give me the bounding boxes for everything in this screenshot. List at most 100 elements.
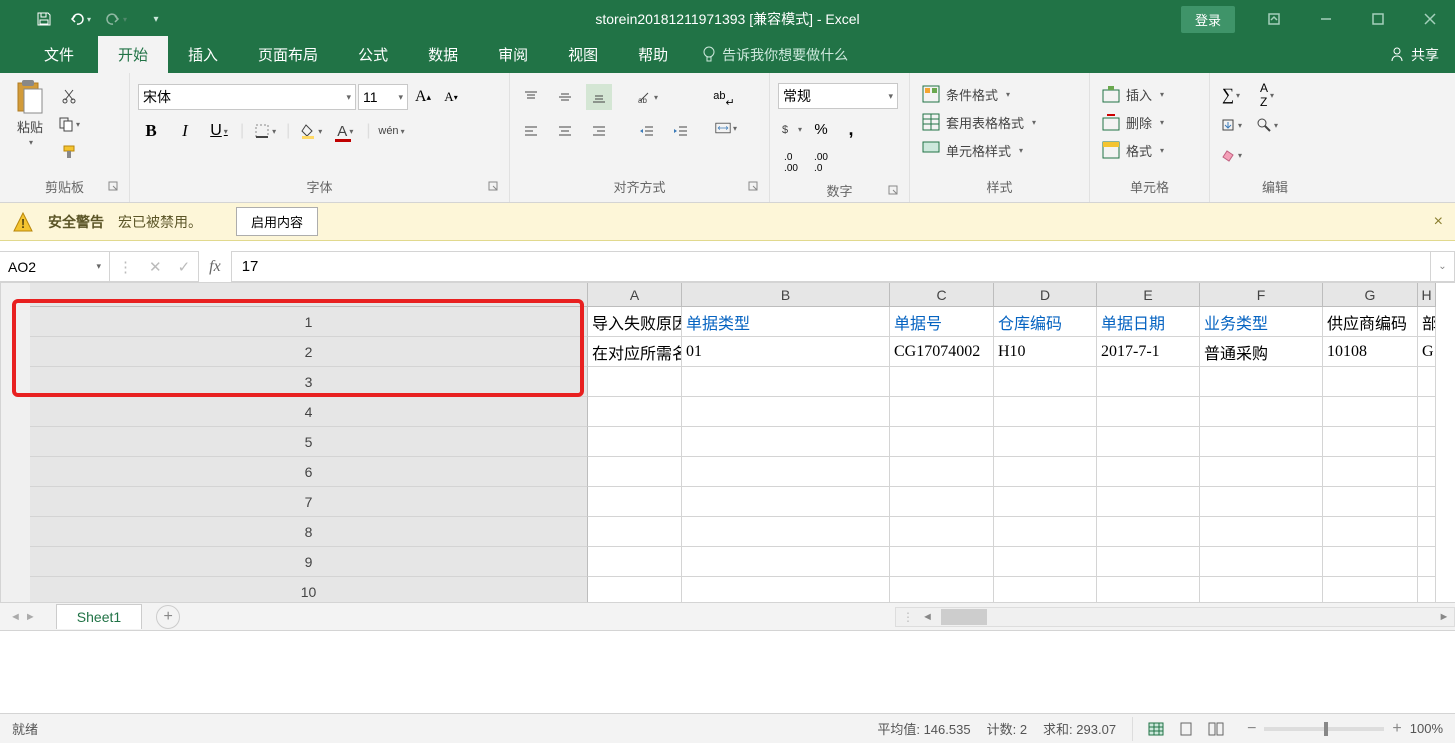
cell[interactable]: 10108 — [1323, 337, 1418, 367]
tab-layout[interactable]: 页面布局 — [238, 36, 338, 73]
cell[interactable] — [588, 427, 682, 457]
cell[interactable] — [682, 397, 890, 427]
merge-center-icon[interactable]: ▾ — [706, 115, 746, 141]
align-dialog-icon[interactable] — [747, 179, 759, 191]
insert-cells-button[interactable]: 插入▾ — [1098, 81, 1168, 107]
align-bottom-icon[interactable] — [586, 84, 612, 110]
row-header[interactable]: 3 — [30, 367, 588, 397]
qat-customize-icon[interactable]: ▾ — [142, 5, 170, 33]
cell[interactable]: 业务类型 — [1200, 307, 1323, 337]
cell[interactable]: 单据类型 — [682, 307, 890, 337]
col-header[interactable]: C — [890, 283, 994, 307]
formula-input[interactable]: 17 — [232, 251, 1431, 282]
tab-review[interactable]: 审阅 — [478, 36, 548, 73]
col-header[interactable]: E — [1097, 283, 1200, 307]
align-top-icon[interactable] — [518, 84, 544, 110]
increase-decimal-icon[interactable]: .0.00 — [778, 150, 804, 176]
add-sheet-button[interactable]: + — [156, 605, 180, 629]
conditional-formatting-button[interactable]: 条件格式▾ — [918, 81, 1014, 107]
cell[interactable] — [1097, 547, 1200, 577]
cell[interactable] — [1418, 487, 1436, 517]
cell[interactable] — [588, 547, 682, 577]
percent-icon[interactable]: % — [808, 116, 834, 142]
borders-icon[interactable]: ▾ — [252, 118, 278, 144]
redo-icon[interactable]: ▾ — [102, 5, 130, 33]
cell[interactable] — [890, 457, 994, 487]
row-header[interactable]: 7 — [30, 487, 588, 517]
scroll-right-icon[interactable]: ► — [1434, 611, 1454, 623]
cell[interactable] — [1097, 517, 1200, 547]
enable-content-button[interactable]: 启用内容 — [236, 207, 318, 236]
row-header[interactable]: 8 — [30, 517, 588, 547]
col-header[interactable]: F — [1200, 283, 1323, 307]
row-header[interactable]: 1 — [30, 307, 588, 337]
spreadsheet-grid[interactable]: A B C D E F G H 1 导入失败原因 单据类型 单据号 仓库编码 单… — [0, 283, 1455, 603]
cell[interactable] — [1418, 547, 1436, 577]
tab-data[interactable]: 数据 — [408, 36, 478, 73]
col-header[interactable]: G — [1323, 283, 1418, 307]
cell[interactable] — [890, 397, 994, 427]
cell[interactable]: 单据号 — [890, 307, 994, 337]
col-header[interactable]: D — [994, 283, 1097, 307]
scroll-thumb[interactable] — [941, 609, 987, 625]
cell-styles-button[interactable]: 单元格样式▾ — [918, 137, 1027, 163]
sheet-nav-first-icon[interactable]: ◄ — [10, 611, 21, 623]
cell[interactable]: 单据日期 — [1097, 307, 1200, 337]
row-header[interactable]: 2 — [30, 337, 588, 367]
cell[interactable]: 在对应所需名称或序数的集合中，未找到项目。 — [588, 337, 682, 367]
font-color-icon[interactable]: A▾ — [332, 118, 358, 144]
vertical-scrollbar[interactable] — [0, 283, 30, 603]
cell[interactable] — [682, 487, 890, 517]
paste-button[interactable]: 粘贴 ▾ — [8, 77, 52, 149]
cell[interactable] — [994, 487, 1097, 517]
cell[interactable] — [890, 487, 994, 517]
align-center-icon[interactable] — [552, 118, 578, 144]
font-size-combo[interactable]: 11▾ — [358, 84, 408, 110]
tab-home[interactable]: 开始 — [98, 36, 168, 73]
cell[interactable]: 01 — [682, 337, 890, 367]
col-header[interactable]: H — [1418, 283, 1436, 307]
format-cells-button[interactable]: 格式▾ — [1098, 137, 1168, 163]
cell[interactable]: 2017-7-1 — [1097, 337, 1200, 367]
align-left-icon[interactable] — [518, 118, 544, 144]
tell-me-search[interactable]: 告诉我你想要做什么 — [688, 37, 862, 73]
cell[interactable] — [588, 577, 682, 603]
tab-formula[interactable]: 公式 — [338, 36, 408, 73]
tab-scroll-drag-icon[interactable]: ⋮ — [896, 610, 918, 624]
cell[interactable] — [588, 397, 682, 427]
bold-button[interactable]: B — [138, 118, 164, 144]
cell[interactable] — [1200, 487, 1323, 517]
sheet-nav-last-icon[interactable]: ► — [25, 611, 36, 623]
save-icon[interactable] — [30, 5, 58, 33]
fill-color-icon[interactable]: ▾ — [298, 118, 324, 144]
font-name-combo[interactable]: 宋体▾ — [138, 84, 356, 110]
cell[interactable] — [1418, 397, 1436, 427]
cell[interactable] — [588, 457, 682, 487]
cell[interactable] — [890, 367, 994, 397]
col-header[interactable]: B — [682, 283, 890, 307]
sheet-tab[interactable]: Sheet1 — [56, 604, 142, 629]
autosum-icon[interactable]: ∑▾ — [1218, 82, 1244, 108]
cell[interactable] — [994, 577, 1097, 603]
close-icon[interactable] — [1405, 0, 1455, 38]
cell[interactable] — [994, 427, 1097, 457]
cell[interactable] — [1097, 577, 1200, 603]
expand-formula-bar-icon[interactable]: ⌄ — [1431, 251, 1455, 282]
sheet-views-icon[interactable]: ⋮ — [118, 258, 133, 276]
maximize-icon[interactable] — [1353, 0, 1403, 38]
cell[interactable] — [1097, 367, 1200, 397]
cell[interactable] — [1323, 487, 1418, 517]
row-header[interactable]: 9 — [30, 547, 588, 577]
row-header[interactable]: 6 — [30, 457, 588, 487]
comma-icon[interactable]: , — [838, 116, 864, 142]
format-as-table-button[interactable]: 套用表格格式▾ — [918, 109, 1040, 135]
cell[interactable] — [1323, 397, 1418, 427]
italic-button[interactable]: I — [172, 118, 198, 144]
cell[interactable]: 供应商编码 — [1323, 307, 1418, 337]
cell[interactable] — [1097, 397, 1200, 427]
cell[interactable] — [1323, 367, 1418, 397]
font-dialog-icon[interactable] — [487, 179, 499, 191]
cut-icon[interactable] — [56, 83, 82, 109]
cell[interactable] — [1323, 547, 1418, 577]
cell[interactable] — [1323, 517, 1418, 547]
